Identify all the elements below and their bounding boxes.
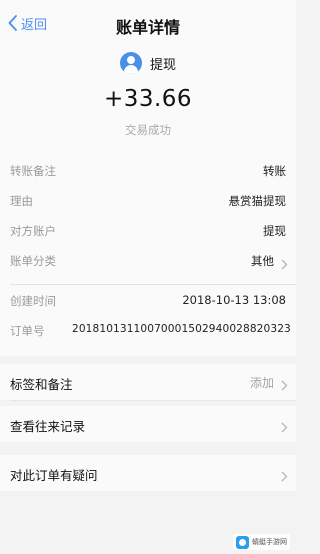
view-history-label: 查看往来记录 xyxy=(10,419,86,434)
detail-row-transfer-note: 转账备注 转账 xyxy=(0,156,296,186)
detail-value: 2018-10-13 13:08 xyxy=(182,293,286,307)
detail-label: 理由 xyxy=(10,194,33,208)
order-number: 20181013110070001502940028820323 xyxy=(72,323,291,335)
chevron-right-icon xyxy=(281,255,288,274)
view-history-item[interactable]: 查看往来记录 xyxy=(0,406,296,442)
add-hint: 添加 xyxy=(249,376,274,390)
tags-and-notes-item[interactable]: 标签和备注 添加 xyxy=(0,364,296,400)
detail-label: 对方账户 xyxy=(10,224,56,238)
chevron-right-icon xyxy=(281,418,288,437)
chevron-right-icon xyxy=(281,467,288,486)
detail-label: 创建时间 xyxy=(10,294,56,308)
details-section: 转账备注 转账 理由 悬赏猫提现 对方账户 提现 账单分类 其他 创建时间 20… xyxy=(0,150,296,356)
detail-row-category[interactable]: 账单分类 其他 xyxy=(0,246,296,276)
detail-value: 提现 xyxy=(263,224,286,238)
transaction-summary: 提现 +33.66 交易成功 xyxy=(0,46,296,150)
detail-label: 转账备注 xyxy=(10,164,56,178)
detail-value: 悬赏猫提现 xyxy=(228,194,287,208)
order-question-label: 对此订单有疑问 xyxy=(10,468,98,483)
detail-row-counterparty: 对方账户 提现 xyxy=(0,216,296,246)
detail-row-order-number: 订单号 20181013110070001502940028820323 xyxy=(0,316,296,346)
category-value: 其他 xyxy=(251,254,274,268)
user-icon xyxy=(126,56,135,64)
detail-label: 订单号 xyxy=(10,324,45,338)
status-text: 交易成功 xyxy=(125,123,171,137)
avatar xyxy=(119,52,142,74)
detail-row-created-time: 创建时间 2018-10-13 13:08 xyxy=(0,286,296,316)
divider xyxy=(10,400,296,401)
payee: 提现 xyxy=(0,52,296,74)
amount: +33.66 xyxy=(103,86,193,112)
page-title: 账单详情 xyxy=(115,18,180,37)
detail-value: 转账 xyxy=(263,164,286,178)
order-question-item[interactable]: 对此订单有疑问 xyxy=(0,455,296,491)
watermark-logo: 蜻蜓手游网 xyxy=(233,534,290,550)
chevron-right-icon xyxy=(281,376,288,395)
watermark-text: 蜻蜓手游网 xyxy=(252,538,287,546)
detail-label: 账单分类 xyxy=(10,254,56,268)
payee-name: 提现 xyxy=(149,57,176,73)
nav-bar: 返回 账单详情 xyxy=(0,0,296,46)
detail-row-reason: 理由 悬赏猫提现 xyxy=(0,186,296,216)
logo-icon xyxy=(236,535,249,549)
tags-and-notes-label: 标签和备注 xyxy=(10,377,73,392)
divider xyxy=(10,284,296,285)
